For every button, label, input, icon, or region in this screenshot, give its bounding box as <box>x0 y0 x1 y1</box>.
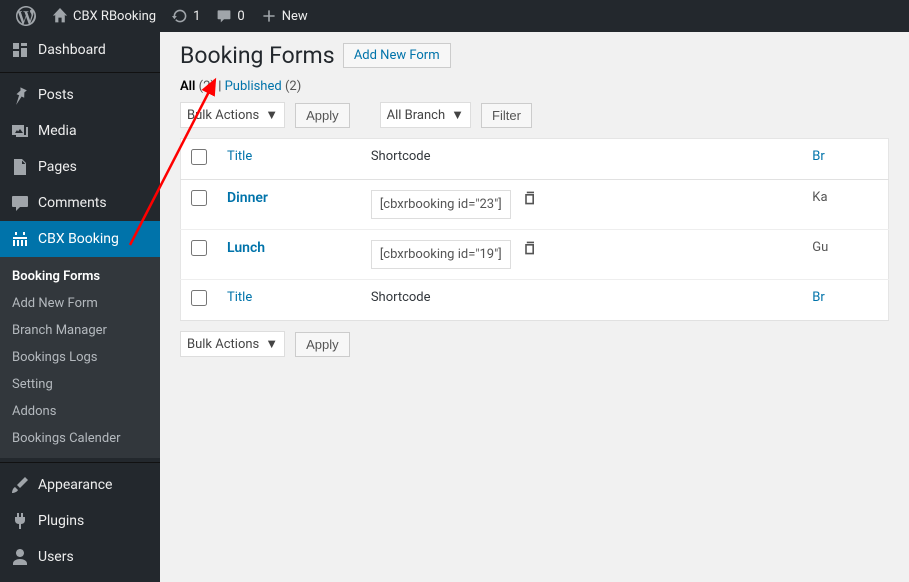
comments-count: 0 <box>237 9 244 24</box>
col-title-foot[interactable]: Title <box>217 280 361 321</box>
updates-count: 1 <box>193 9 200 24</box>
row-branch: Gu <box>802 230 888 280</box>
updates-link[interactable]: 1 <box>164 8 208 24</box>
col-shortcode: Shortcode <box>361 139 802 180</box>
filter-all-count: (2) <box>199 79 215 94</box>
menu-label: Users <box>38 549 74 565</box>
submenu-booking-forms[interactable]: Booking Forms <box>0 263 160 290</box>
new-label: New <box>282 9 308 24</box>
apply-button-bottom[interactable]: Apply <box>295 332 350 357</box>
menu-label: Pages <box>38 159 77 175</box>
bulk-label: Bulk Actions <box>187 337 259 352</box>
shortcode-box[interactable]: [cbxrbooking id="19"] <box>371 240 511 269</box>
dashboard-icon <box>10 40 30 60</box>
row-checkbox[interactable] <box>191 240 207 256</box>
menu-label: Appearance <box>38 477 112 493</box>
menu-label: Dashboard <box>38 42 106 58</box>
user-icon <box>10 547 30 567</box>
table-row: Dinner [cbxrbooking id="23"] Ka <box>181 180 889 230</box>
shortcode-box[interactable]: [cbxrbooking id="23"] <box>371 190 511 219</box>
menu-pages[interactable]: Pages <box>0 149 160 185</box>
branch-label: All Branch <box>387 108 446 123</box>
select-all-checkbox-foot[interactable] <box>191 290 207 306</box>
menu-label: Plugins <box>38 513 84 529</box>
filter-button[interactable]: Filter <box>481 103 532 128</box>
bulk-actions-select[interactable]: Bulk Actions ▼ <box>180 102 285 128</box>
row-title-link[interactable]: Dinner <box>227 190 268 206</box>
menu-label: Posts <box>38 87 74 103</box>
top-actions: Bulk Actions ▼ Apply All Branch ▼ Filter <box>180 102 889 128</box>
admin-sidebar: Dashboard Posts Media Pages Comments CBX… <box>0 32 160 582</box>
add-new-button[interactable]: Add New Form <box>343 43 451 68</box>
row-branch: Ka <box>802 180 888 230</box>
row-checkbox[interactable] <box>191 190 207 206</box>
plugin-icon <box>10 511 30 531</box>
home-icon <box>52 8 68 24</box>
menu-users[interactable]: Users <box>0 539 160 575</box>
col-branch[interactable]: Br <box>802 139 888 180</box>
menu-comments[interactable]: Comments <box>0 185 160 221</box>
filter-published-count: (2) <box>285 79 301 94</box>
apply-button[interactable]: Apply <box>295 103 350 128</box>
filter-all[interactable]: All <box>180 79 195 94</box>
submenu-cbx: Booking Forms Add New Form Branch Manage… <box>0 257 160 458</box>
plus-icon <box>261 8 277 24</box>
forms-table: Title Shortcode Br Dinner [cbxrbooking i… <box>180 138 889 321</box>
pin-icon <box>10 85 30 105</box>
site-name: CBX RBooking <box>73 9 156 24</box>
menu-cbx-booking[interactable]: CBX Booking <box>0 221 160 257</box>
col-title[interactable]: Title <box>217 139 361 180</box>
col-branch-foot[interactable]: Br <box>802 280 888 321</box>
copy-icon[interactable] <box>522 190 538 210</box>
main-content: Booking Forms Add New Form All (2) | Pub… <box>160 32 909 582</box>
submenu-add-new-form[interactable]: Add New Form <box>0 290 160 317</box>
pages-icon <box>10 157 30 177</box>
menu-label: Media <box>38 123 77 139</box>
booking-icon <box>10 229 30 249</box>
select-all-header <box>181 139 218 180</box>
submenu-setting[interactable]: Setting <box>0 371 160 398</box>
update-icon <box>172 8 188 24</box>
admin-toolbar: CBX RBooking 1 0 New <box>0 0 909 32</box>
media-icon <box>10 121 30 141</box>
branch-select[interactable]: All Branch ▼ <box>380 102 471 128</box>
site-link[interactable]: CBX RBooking <box>44 8 164 24</box>
wp-logo[interactable] <box>8 6 44 26</box>
comment-icon <box>10 193 30 213</box>
menu-plugins[interactable]: Plugins <box>0 503 160 539</box>
col-shortcode-foot: Shortcode <box>361 280 802 321</box>
bottom-actions: Bulk Actions ▼ Apply <box>180 331 889 357</box>
copy-icon[interactable] <box>522 240 538 260</box>
submenu-bookings-logs[interactable]: Bookings Logs <box>0 344 160 371</box>
comments-link[interactable]: 0 <box>208 8 252 24</box>
chevron-down-icon: ▼ <box>265 336 278 352</box>
submenu-bookings-calender[interactable]: Bookings Calender <box>0 425 160 452</box>
select-all-checkbox[interactable] <box>191 149 207 165</box>
comment-icon <box>216 8 232 24</box>
table-row: Lunch [cbxrbooking id="19"] Gu <box>181 230 889 280</box>
menu-posts[interactable]: Posts <box>0 77 160 113</box>
chevron-down-icon: ▼ <box>265 107 278 123</box>
bulk-actions-select-bottom[interactable]: Bulk Actions ▼ <box>180 331 285 357</box>
brush-icon <box>10 475 30 495</box>
filter-links: All (2) | Published (2) <box>180 79 889 94</box>
menu-media[interactable]: Media <box>0 113 160 149</box>
new-link[interactable]: New <box>253 8 316 24</box>
menu-label: CBX Booking <box>38 231 119 247</box>
filter-published[interactable]: Published <box>225 79 282 94</box>
row-title-link[interactable]: Lunch <box>227 240 265 256</box>
chevron-down-icon: ▼ <box>451 107 464 123</box>
page-title: Booking Forms <box>180 42 335 69</box>
submenu-addons[interactable]: Addons <box>0 398 160 425</box>
bulk-label: Bulk Actions <box>187 108 259 123</box>
menu-dashboard[interactable]: Dashboard <box>0 32 160 68</box>
menu-label: Comments <box>38 195 107 211</box>
menu-appearance[interactable]: Appearance <box>0 467 160 503</box>
submenu-branch-manager[interactable]: Branch Manager <box>0 317 160 344</box>
